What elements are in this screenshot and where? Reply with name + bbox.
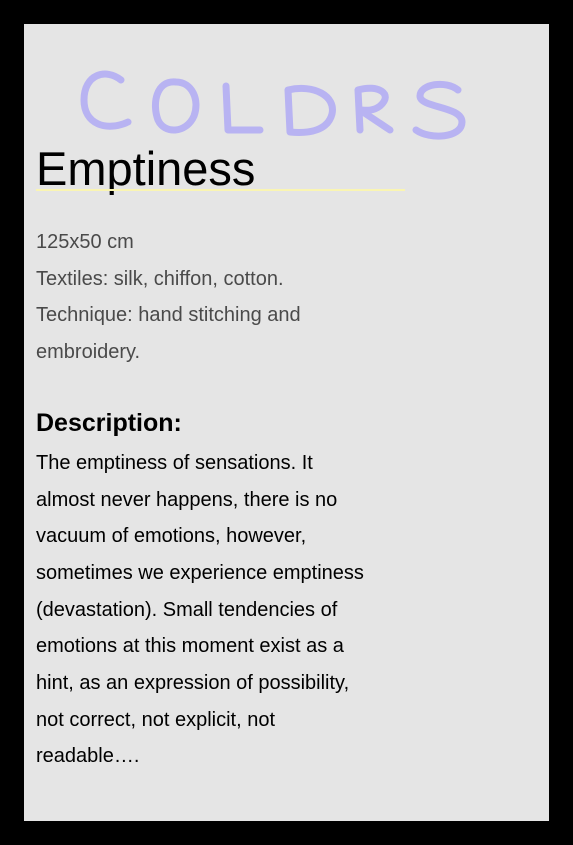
description-text: The emptiness of sensations. It almost n…	[36, 445, 396, 775]
description-heading: Description:	[36, 408, 182, 437]
artwork-title: Emptiness	[36, 142, 256, 195]
description-line: hint, as an expression of possibility,	[36, 672, 350, 695]
description-line: readable….	[36, 745, 140, 768]
description-line: almost never happens, there is no	[36, 488, 338, 511]
content-panel: Emptiness 125x50 cm Textiles: silk, chif…	[24, 24, 549, 821]
spec-textiles: Textiles: silk, chiffon, cotton.	[36, 267, 284, 290]
spec-technique-continued: embroidery.	[36, 341, 141, 364]
description-line: (devastation). Small tendencies of	[36, 598, 338, 621]
artwork-details: Emptiness 125x50 cm Textiles: silk, chif…	[36, 136, 405, 775]
spec-dimensions: 125x50 cm	[36, 231, 134, 253]
description-line: The emptiness of sensations. It	[36, 451, 313, 474]
artwork-specs: 125x50 cm Textiles: silk, chiffon, cotto…	[36, 224, 396, 371]
description-line: emotions at this moment exist as a	[36, 635, 344, 658]
title-underline	[36, 189, 405, 191]
description-line: vacuum of emotions, however,	[36, 525, 307, 548]
description-line: sometimes we experience emptiness	[36, 561, 364, 584]
spec-technique: Technique: hand stitching and	[36, 304, 301, 327]
description-line: not correct, not explicit, not	[36, 708, 276, 731]
